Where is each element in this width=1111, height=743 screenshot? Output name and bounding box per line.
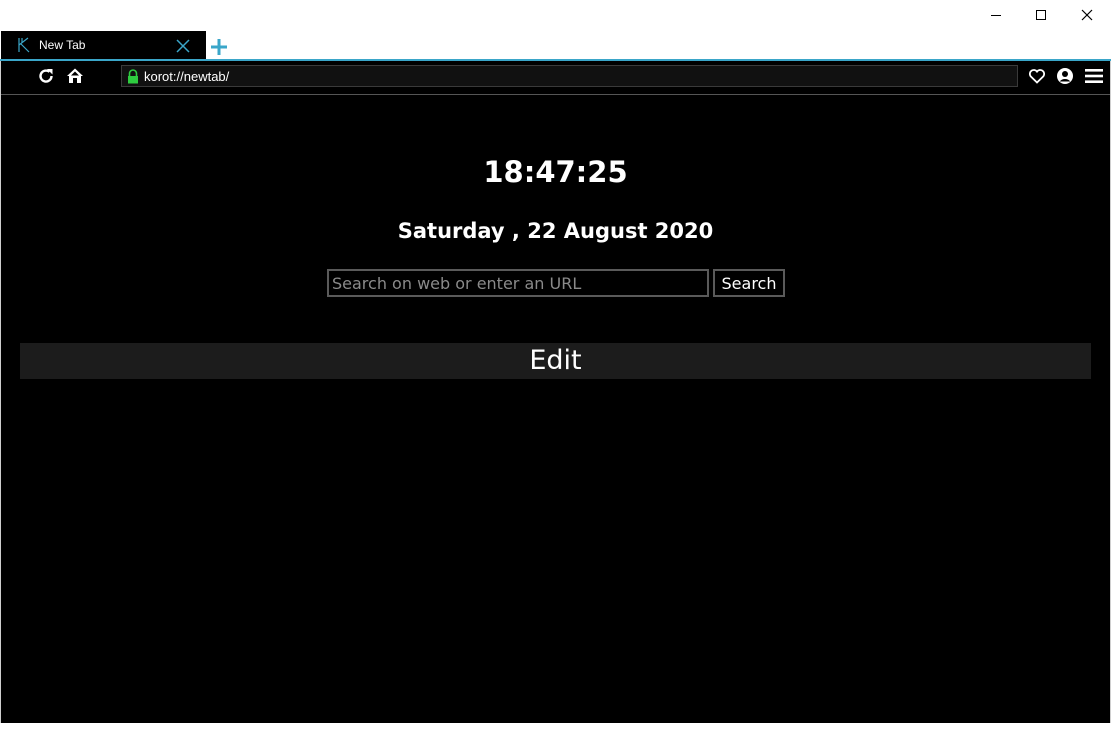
clock-date: Saturday , 22 August 2020 — [397, 219, 714, 243]
search-input[interactable] — [327, 269, 709, 297]
menu-icon — [1085, 69, 1103, 83]
home-button[interactable] — [64, 65, 86, 87]
window-frame-bottom — [0, 723, 1111, 743]
minimize-button[interactable] — [973, 0, 1019, 30]
heart-icon — [1028, 69, 1046, 84]
close-icon — [1081, 9, 1093, 21]
favorites-button[interactable] — [1026, 65, 1048, 87]
profile-icon — [1057, 68, 1073, 84]
menu-button[interactable] — [1083, 65, 1105, 87]
tab-title: New Tab — [39, 38, 86, 52]
edit-button[interactable]: Edit — [20, 343, 1091, 379]
refresh-button[interactable] — [35, 65, 57, 87]
maximize-button[interactable] — [1018, 0, 1064, 30]
clock-time: 18:47:25 — [483, 155, 628, 189]
title-bar: New Tab — [0, 0, 1111, 60]
new-tab-page: 18:47:25 Saturday , 22 August 2020 Searc… — [1, 95, 1110, 723]
tab-new-tab[interactable]: New Tab — [1, 31, 206, 60]
refresh-icon — [39, 69, 53, 83]
address-input[interactable] — [144, 66, 1004, 86]
window-frame-left — [0, 61, 1, 723]
new-tab-plus-icon[interactable] — [209, 37, 229, 57]
browser-toolbar — [1, 61, 1110, 92]
profile-button[interactable] — [1054, 65, 1076, 87]
lock-icon — [128, 69, 138, 84]
maximize-icon — [1036, 10, 1046, 20]
address-bar[interactable] — [121, 65, 1018, 87]
close-window-button[interactable] — [1064, 0, 1110, 30]
tab-close-icon[interactable] — [175, 38, 191, 54]
minimize-icon — [991, 15, 1001, 16]
home-icon — [67, 68, 83, 83]
search-button[interactable]: Search — [713, 269, 785, 297]
korot-logo-icon — [18, 37, 30, 53]
